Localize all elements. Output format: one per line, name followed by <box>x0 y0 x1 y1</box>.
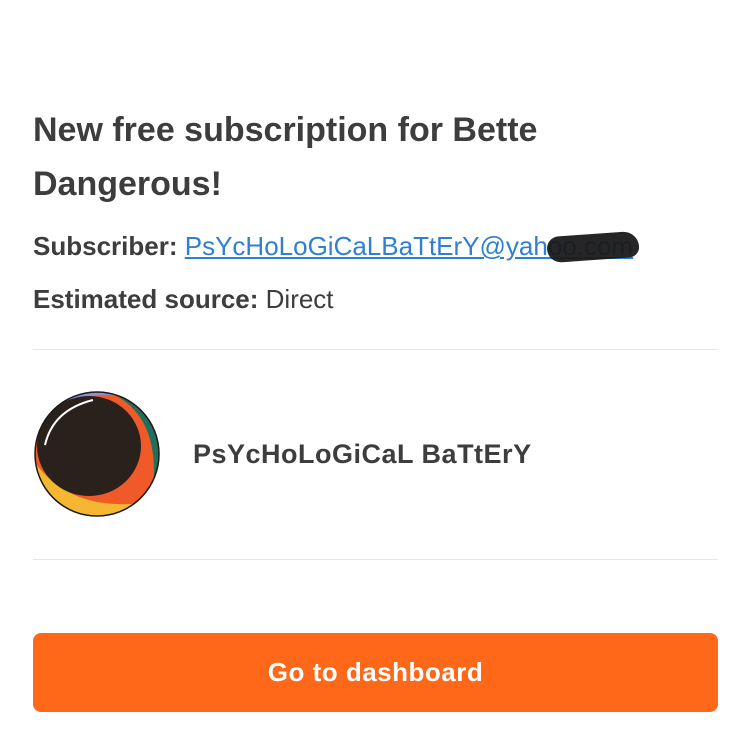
divider <box>33 559 718 560</box>
divider <box>33 349 718 350</box>
source-row: Estimated source: Direct <box>33 283 334 315</box>
go-to-dashboard-button[interactable]: Go to dashboard <box>33 633 718 712</box>
source-value: Direct <box>265 284 334 314</box>
publication-row[interactable]: PsYcHoLoGiCaL BaTtErY <box>33 390 718 520</box>
subscriber-label: Subscriber: <box>33 231 178 261</box>
notification-title: New free subscription for Bette Dangerou… <box>33 111 538 203</box>
subscriber-email-link[interactable]: PsYcHoLoGiCaLBaTtErY@yahoo.com <box>185 230 640 264</box>
publication-avatar-icon <box>34 391 160 517</box>
source-label: Estimated source: <box>33 284 259 314</box>
publication-name: PsYcHoLoGiCaL BaTtErY <box>193 439 532 469</box>
subscriber-row: Subscriber: PsYcHoLoGiCaLBaTtErY@yahoo.c… <box>33 230 640 264</box>
